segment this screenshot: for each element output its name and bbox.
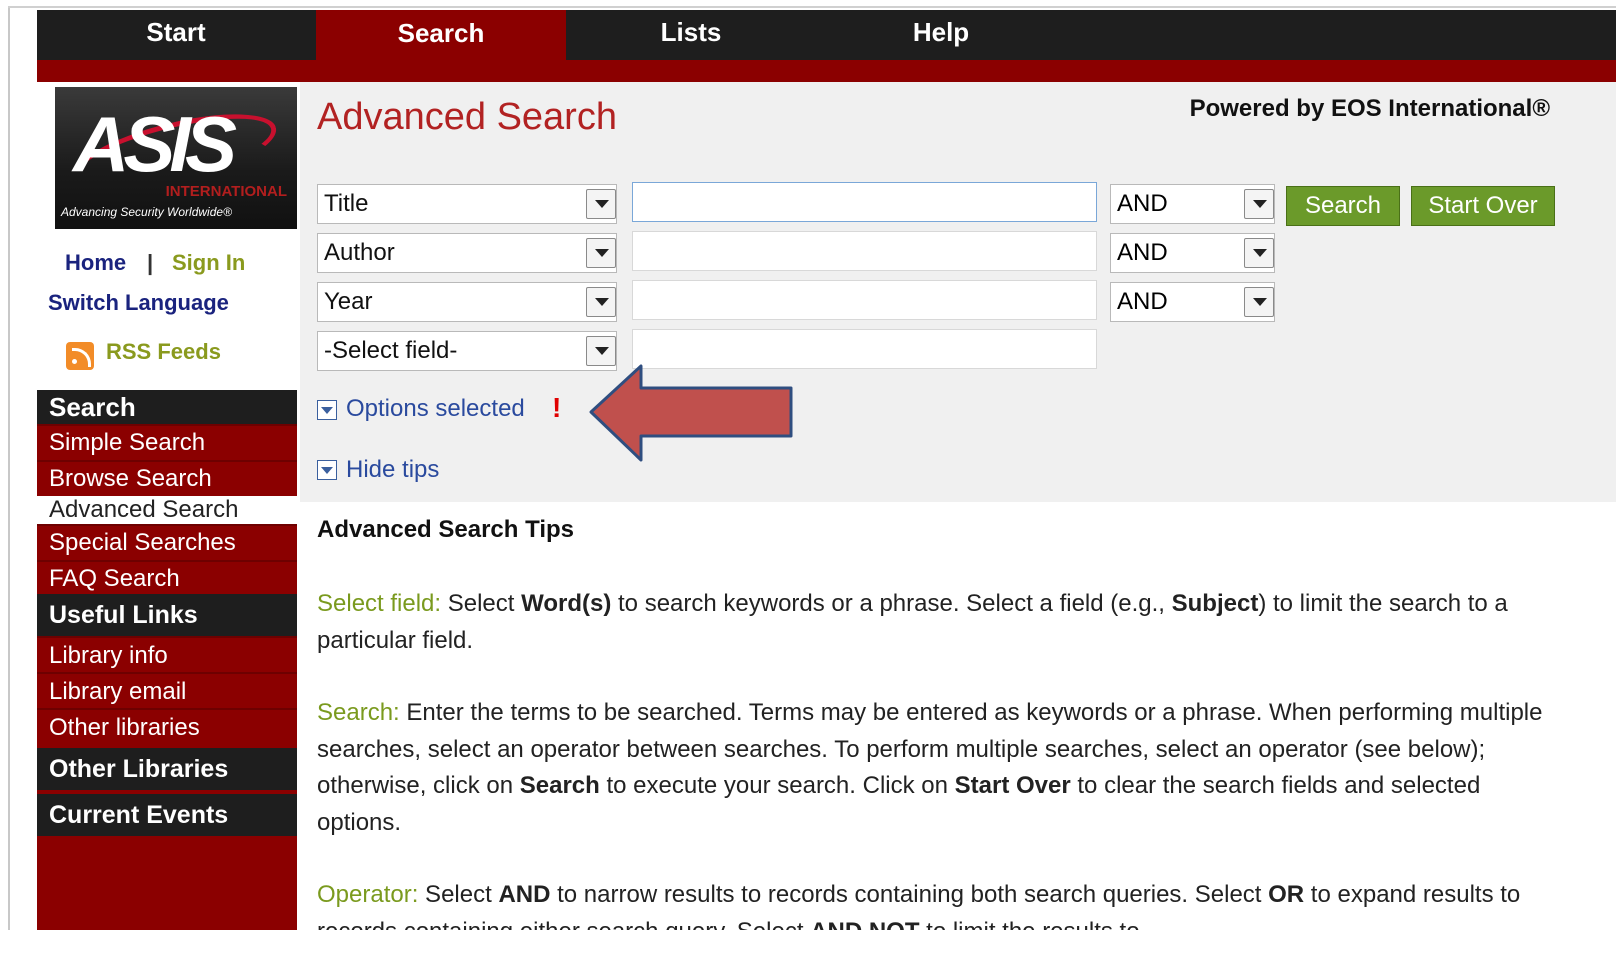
operator-select-3-value: AND bbox=[1117, 288, 1168, 315]
tip-bold: Subject bbox=[1171, 590, 1259, 617]
sidebar-item-faq-search[interactable]: FAQ Search bbox=[37, 560, 297, 594]
field-select-3-value: Year bbox=[324, 288, 373, 315]
tips-heading: Advanced Search Tips bbox=[317, 516, 574, 543]
chevron-down-icon[interactable] bbox=[586, 287, 616, 317]
tip-search: Search: Enter the terms to be searched. … bbox=[317, 695, 1562, 841]
annotation-arrow-shape bbox=[589, 364, 793, 462]
sign-in-link[interactable]: Sign In bbox=[172, 250, 245, 276]
chevron-down-icon[interactable] bbox=[1244, 189, 1274, 219]
expand-toggle-icon[interactable] bbox=[317, 460, 337, 480]
tab-search[interactable]: Search bbox=[316, 10, 566, 60]
nav-underline-bar bbox=[37, 60, 1616, 82]
window-border-left bbox=[8, 8, 10, 930]
sidebar-item-library-email[interactable]: Library email bbox=[37, 672, 297, 708]
operator-select-1-value: AND bbox=[1117, 190, 1168, 217]
options-alert-mark: ! bbox=[552, 392, 562, 423]
operator-select-3[interactable]: AND bbox=[1110, 282, 1275, 322]
powered-by-text: Powered by EOS International® bbox=[1189, 95, 1550, 122]
search-term-input-3[interactable] bbox=[632, 280, 1097, 320]
sidebar-item-other-libraries[interactable]: Other libraries bbox=[37, 708, 297, 746]
tip-label: Operator: bbox=[317, 881, 419, 908]
field-select-4[interactable]: -Select field- bbox=[317, 331, 617, 371]
operator-select-2-value: AND bbox=[1117, 239, 1168, 266]
rss-feeds-link[interactable]: RSS Feeds bbox=[106, 339, 221, 365]
tip-bold: AND bbox=[498, 881, 551, 908]
tip-text: to limit the results to bbox=[919, 918, 1139, 931]
sidebar-item-simple-search[interactable]: Simple Search bbox=[37, 424, 297, 460]
expand-toggle-icon[interactable] bbox=[317, 400, 337, 420]
window-border-top bbox=[8, 6, 1616, 8]
field-select-1-value: Title bbox=[324, 190, 369, 217]
asis-logo[interactable]: ASIS INTERNATIONAL Advancing Security Wo… bbox=[55, 87, 297, 229]
hide-tips-toggle[interactable]: Hide tips bbox=[346, 456, 439, 484]
tip-label: Search: bbox=[317, 699, 400, 726]
tip-bold: Start Over bbox=[954, 772, 1071, 799]
tip-text: to execute your search. Click on bbox=[599, 772, 955, 799]
sidebar-heading-useful-links: Useful Links bbox=[37, 594, 297, 636]
chevron-down-icon[interactable] bbox=[586, 189, 616, 219]
chevron-down-icon[interactable] bbox=[1244, 287, 1274, 317]
top-nav: Start Search Lists Help bbox=[37, 10, 1616, 60]
search-button[interactable]: Search bbox=[1286, 186, 1400, 226]
sidebar-item-browse-search[interactable]: Browse Search bbox=[37, 460, 297, 496]
tab-lists[interactable]: Lists bbox=[566, 10, 816, 60]
sidebar-heading-current-events[interactable]: Current Events bbox=[37, 794, 297, 836]
link-separator: | bbox=[147, 250, 154, 275]
field-select-3[interactable]: Year bbox=[317, 282, 617, 322]
field-select-1[interactable]: Title bbox=[317, 184, 617, 224]
tip-bold: OR bbox=[1268, 881, 1305, 908]
tip-label: Select field: bbox=[317, 590, 442, 617]
sidebar-menu: Search Simple Search Browse Search Advan… bbox=[37, 390, 297, 930]
page-title: Advanced Search bbox=[317, 96, 617, 138]
rss-icon[interactable] bbox=[66, 342, 94, 370]
logo-wordmark: ASIS bbox=[73, 100, 237, 188]
tip-bold: Word(s) bbox=[521, 590, 612, 617]
sidebar-heading-search: Search bbox=[37, 390, 297, 424]
sidebar-heading-other-libraries[interactable]: Other Libraries bbox=[37, 748, 297, 790]
field-select-4-value: -Select field- bbox=[324, 337, 458, 364]
tab-help[interactable]: Help bbox=[816, 10, 1066, 60]
operator-select-2[interactable]: AND bbox=[1110, 233, 1275, 273]
tip-bold: Search bbox=[519, 772, 600, 799]
sidebar-item-advanced-search[interactable]: Advanced Search bbox=[37, 496, 297, 524]
tip-text: Select bbox=[441, 590, 522, 617]
operator-select-1[interactable]: AND bbox=[1110, 184, 1275, 224]
search-term-input-1[interactable] bbox=[632, 182, 1097, 222]
field-select-2-value: Author bbox=[324, 239, 395, 266]
switch-language-link[interactable]: Switch Language bbox=[48, 290, 229, 316]
chevron-down-icon[interactable] bbox=[586, 238, 616, 268]
tip-operator: Operator: Select AND to narrow results t… bbox=[317, 877, 1562, 930]
tip-select-field: Select field: Select Word(s) to search k… bbox=[317, 586, 1562, 659]
tip-text: to narrow results to records containing … bbox=[550, 881, 1269, 908]
search-term-input-2[interactable] bbox=[632, 231, 1097, 271]
sidebar-item-library-info[interactable]: Library info bbox=[37, 636, 297, 672]
logo-tagline: Advancing Security Worldwide® bbox=[61, 205, 232, 219]
sidebar-item-special-searches[interactable]: Special Searches bbox=[37, 524, 297, 560]
options-selected-toggle[interactable]: Options selected bbox=[346, 395, 525, 423]
start-over-button[interactable]: Start Over bbox=[1411, 186, 1555, 226]
tip-text: to search keywords or a phrase. Select a… bbox=[611, 590, 1172, 617]
tip-text: Select bbox=[418, 881, 499, 908]
chevron-down-icon[interactable] bbox=[1244, 238, 1274, 268]
field-select-2[interactable]: Author bbox=[317, 233, 617, 273]
tab-start[interactable]: Start bbox=[37, 10, 315, 60]
tip-bold: AND NOT bbox=[810, 918, 919, 931]
home-link[interactable]: Home bbox=[65, 250, 126, 276]
annotation-arrow bbox=[589, 364, 793, 462]
page: Start Search Lists Help ASIS INTERNATION… bbox=[0, 0, 1616, 930]
logo-subtitle: INTERNATIONAL bbox=[165, 183, 287, 200]
